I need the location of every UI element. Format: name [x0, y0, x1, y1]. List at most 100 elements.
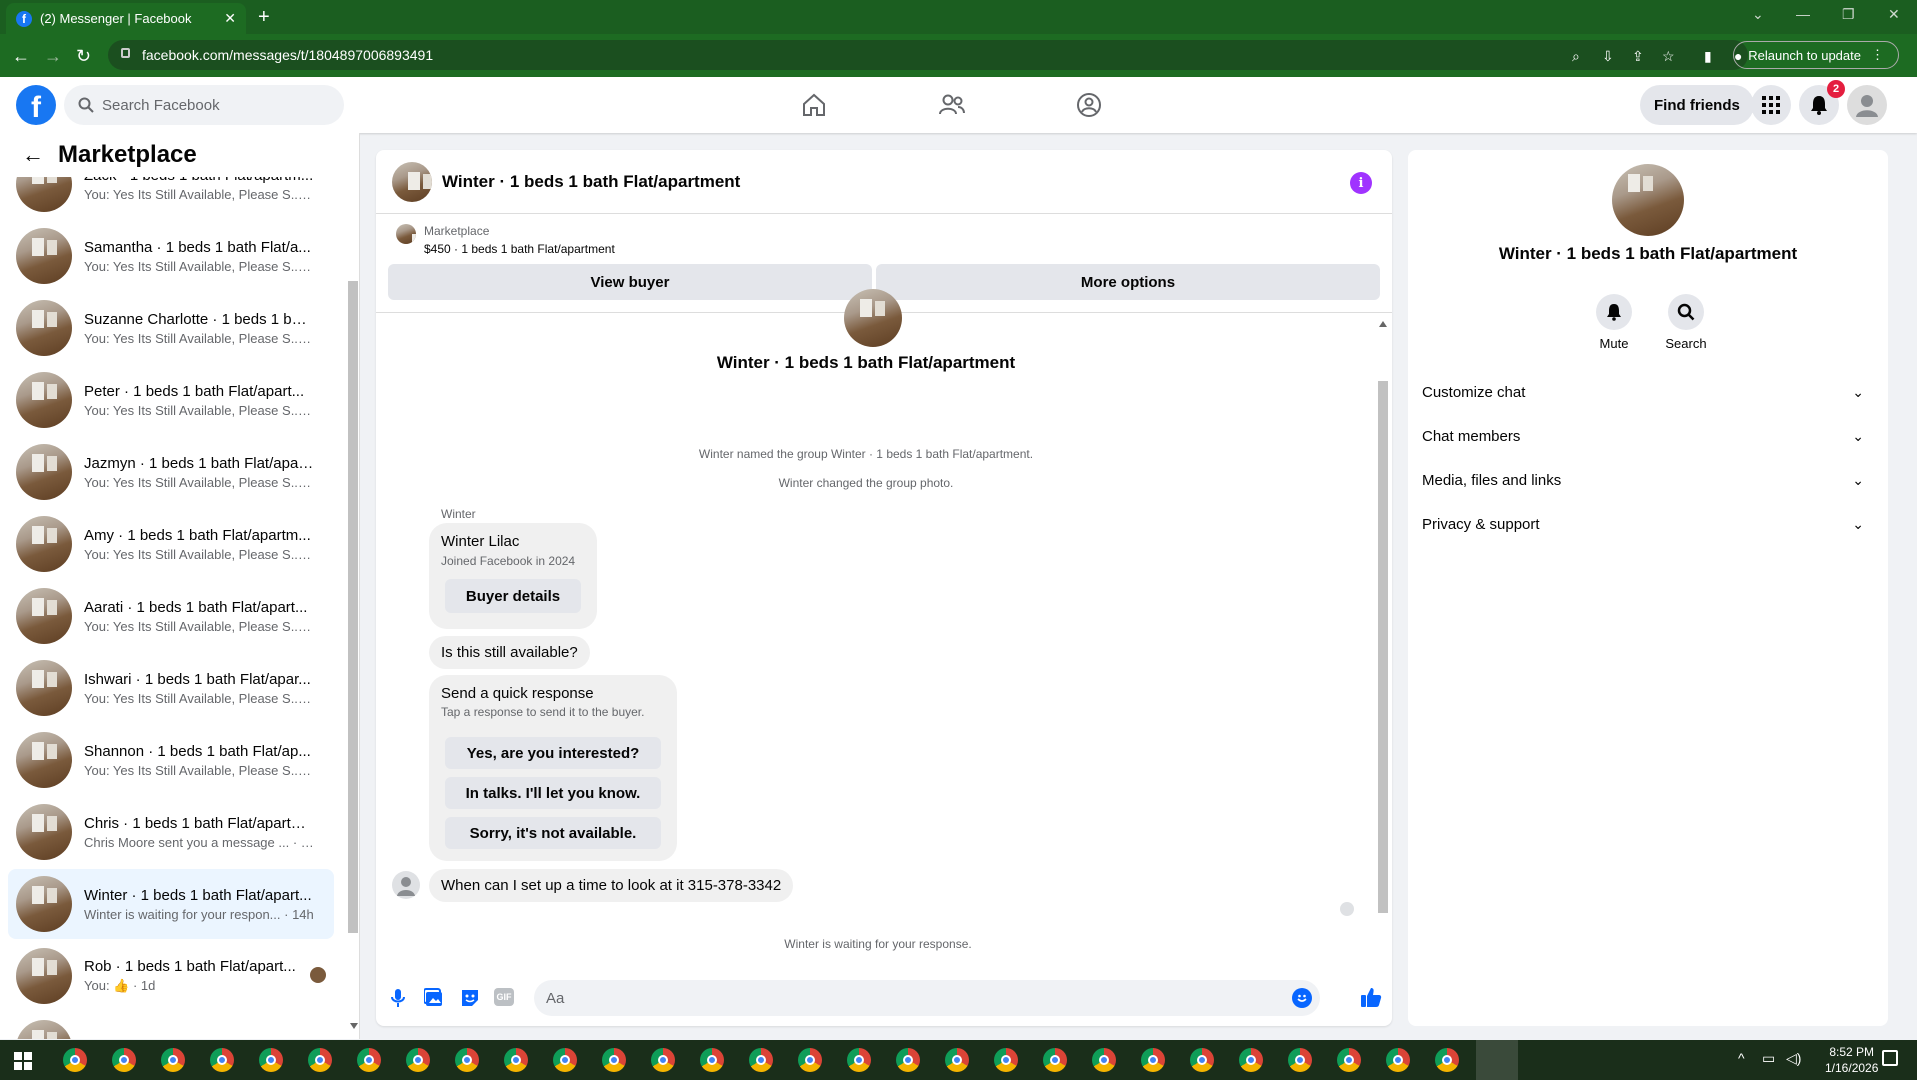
chrome-taskbar-icon[interactable]	[602, 1048, 626, 1072]
more-options-button[interactable]: More options	[876, 264, 1380, 300]
conversation-item[interactable]: Cole · 1 beds 1 bath Flat/apart...	[8, 1013, 334, 1039]
conversation-item[interactable]: Winter · 1 beds 1 bath Flat/apart... Wint…	[8, 869, 334, 939]
chrome-taskbar-icon[interactable]	[406, 1048, 430, 1072]
account-avatar[interactable]	[1847, 85, 1887, 125]
notification-center-icon[interactable]	[1882, 1050, 1898, 1066]
chrome-taskbar-icon[interactable]	[1288, 1048, 1312, 1072]
search-input[interactable]: Search Facebook	[64, 85, 344, 125]
chrome-taskbar-icon[interactable]	[504, 1048, 528, 1072]
customize-chat-section[interactable]: Customize chat ⌄	[1422, 374, 1874, 410]
sender-avatar[interactable]	[392, 871, 420, 899]
conversation-item[interactable]: Rob · 1 beds 1 bath Flat/apart... You: 👍 …	[8, 941, 334, 1011]
microphone-icon[interactable]	[390, 988, 406, 1012]
chrome-taskbar-icon[interactable]	[847, 1048, 871, 1072]
restore-icon[interactable]: ❐	[1842, 6, 1855, 23]
scrollbar[interactable]	[348, 155, 358, 1029]
conversation-item[interactable]: Shannon · 1 beds 1 bath Flat/ap... You: Y…	[8, 725, 334, 795]
listing-title[interactable]: $450 · 1 beds 1 bath Flat/apartment	[424, 242, 615, 256]
conversation-item[interactable]: Aarati · 1 beds 1 bath Flat/apart... You:…	[8, 581, 334, 651]
chrome-taskbar-icon[interactable]	[749, 1048, 773, 1072]
chrome-taskbar-icon[interactable]	[945, 1048, 969, 1072]
facebook-logo-icon[interactable]: f	[16, 85, 56, 125]
chrome-taskbar-icon[interactable]	[1043, 1048, 1067, 1072]
chat-scrollbar[interactable]	[1378, 321, 1388, 921]
relaunch-button[interactable]: Relaunch to update ⋮	[1733, 41, 1899, 69]
chat-members-section[interactable]: Chat members ⌄	[1422, 418, 1874, 454]
forward-icon[interactable]: →	[44, 46, 62, 67]
mute-button[interactable]: Mute	[1584, 294, 1644, 351]
conversation-item[interactable]: Jazmyn · 1 beds 1 bath Flat/apar... You: …	[8, 437, 334, 507]
side-panel-icon[interactable]: ▮	[1704, 48, 1712, 65]
conversation-item[interactable]: Chris · 1 beds 1 bath Flat/apartm... Chri…	[8, 797, 334, 867]
chat-avatar[interactable]	[392, 161, 432, 202]
conversation-item[interactable]: Samantha · 1 beds 1 bath Flat/a... You: Y…	[8, 221, 334, 291]
zoom-icon[interactable]: ⌕	[1572, 48, 1580, 65]
home-icon[interactable]	[798, 89, 830, 121]
message-input[interactable]: Aa	[534, 980, 1320, 1016]
info-icon[interactable]: i	[1350, 172, 1372, 194]
chrome-taskbar-icon[interactable]	[112, 1048, 136, 1072]
volume-icon[interactable]: ◁)	[1786, 1050, 1801, 1067]
chrome-taskbar-icon[interactable]	[1092, 1048, 1116, 1072]
chrome-taskbar-icon[interactable]	[210, 1048, 234, 1072]
chrome-taskbar-icon[interactable]	[1435, 1048, 1459, 1072]
close-window-icon[interactable]: ✕	[1888, 6, 1900, 23]
quick-response-not-available[interactable]: Sorry, it's not available.	[445, 817, 661, 849]
tab-search-icon[interactable]: ⌄	[1752, 6, 1764, 23]
chrome-taskbar-icon[interactable]	[161, 1048, 185, 1072]
back-icon[interactable]: ←	[12, 46, 30, 67]
chrome-taskbar-icon[interactable]	[308, 1048, 332, 1072]
chrome-taskbar-icon[interactable]	[259, 1048, 283, 1072]
quick-response-in-talks[interactable]: In talks. I'll let you know.	[445, 777, 661, 809]
chrome-taskbar-icon[interactable]	[651, 1048, 675, 1072]
chrome-taskbar-icon[interactable]	[896, 1048, 920, 1072]
conversation-item[interactable]: Suzanne Charlotte · 1 beds 1 bat... You: …	[8, 293, 334, 363]
install-icon[interactable]: ⇩	[1602, 48, 1614, 65]
friends-icon[interactable]	[936, 89, 968, 121]
share-icon[interactable]: ⇪	[1632, 48, 1644, 65]
chat-title[interactable]: Winter · 1 beds 1 bath Flat/apartment	[442, 172, 740, 192]
chrome-taskbar-icon[interactable]	[1337, 1048, 1361, 1072]
chrome-taskbar-icon[interactable]	[1386, 1048, 1410, 1072]
url-bar[interactable]: facebook.com/messages/t/1804897006893491	[108, 40, 1748, 70]
system-clock[interactable]: 8:52 PM 1/16/2026	[1825, 1044, 1878, 1076]
conversation-item[interactable]: Amy · 1 beds 1 bath Flat/apartm... You: Y…	[8, 509, 334, 579]
privacy-support-section[interactable]: Privacy & support ⌄	[1422, 506, 1874, 542]
listing-thumbnail[interactable]	[396, 224, 416, 244]
browser-tab[interactable]: f (2) Messenger | Facebook ✕	[6, 3, 246, 34]
chrome-taskbar-icon[interactable]	[455, 1048, 479, 1072]
like-thumbs-up-icon[interactable]	[1360, 986, 1382, 1012]
buyer-details-button[interactable]: Buyer details	[445, 579, 581, 613]
chrome-taskbar-icon[interactable]	[1190, 1048, 1214, 1072]
reload-icon[interactable]: ↻	[76, 46, 91, 67]
network-icon[interactable]: ▭	[1762, 1050, 1775, 1067]
chrome-taskbar-icon[interactable]	[798, 1048, 822, 1072]
chrome-taskbar-icon[interactable]	[63, 1048, 87, 1072]
quick-response-yes[interactable]: Yes, are you interested?	[445, 737, 661, 769]
search-conversation-button[interactable]: Search	[1656, 294, 1716, 351]
find-friends-button[interactable]: Find friends	[1640, 85, 1754, 125]
bookmark-star-icon[interactable]: ☆	[1662, 48, 1675, 65]
windows-start-icon[interactable]	[14, 1052, 32, 1074]
sticker-icon[interactable]	[460, 988, 480, 1012]
media-files-links-section[interactable]: Media, files and links ⌄	[1422, 462, 1874, 498]
close-tab-icon[interactable]: ✕	[224, 10, 236, 27]
new-tab-icon[interactable]: +	[258, 6, 270, 29]
minimize-icon[interactable]: —	[1796, 6, 1810, 22]
photo-icon[interactable]	[423, 988, 444, 1012]
gif-icon[interactable]: GIF	[494, 988, 514, 1006]
conversation-item[interactable]: Ishwari · 1 beds 1 bath Flat/apar... You:…	[8, 653, 334, 723]
group-avatar[interactable]	[1612, 164, 1684, 236]
chrome-taskbar-icon[interactable]	[553, 1048, 577, 1072]
back-arrow-icon[interactable]: ←	[22, 142, 44, 168]
groups-icon[interactable]	[1073, 89, 1105, 121]
chrome-taskbar-icon[interactable]	[994, 1048, 1018, 1072]
tray-chevron-icon[interactable]: ^	[1738, 1050, 1745, 1066]
chrome-taskbar-icon[interactable]	[1239, 1048, 1263, 1072]
conversation-item[interactable]: Peter · 1 beds 1 bath Flat/apart... You: …	[8, 365, 334, 435]
chrome-taskbar-icon[interactable]	[1141, 1048, 1165, 1072]
menu-grid-icon[interactable]	[1751, 85, 1791, 125]
more-menu-icon[interactable]: ⋮	[1871, 47, 1884, 63]
chrome-taskbar-icon[interactable]	[357, 1048, 381, 1072]
view-buyer-button[interactable]: View buyer	[388, 264, 872, 300]
